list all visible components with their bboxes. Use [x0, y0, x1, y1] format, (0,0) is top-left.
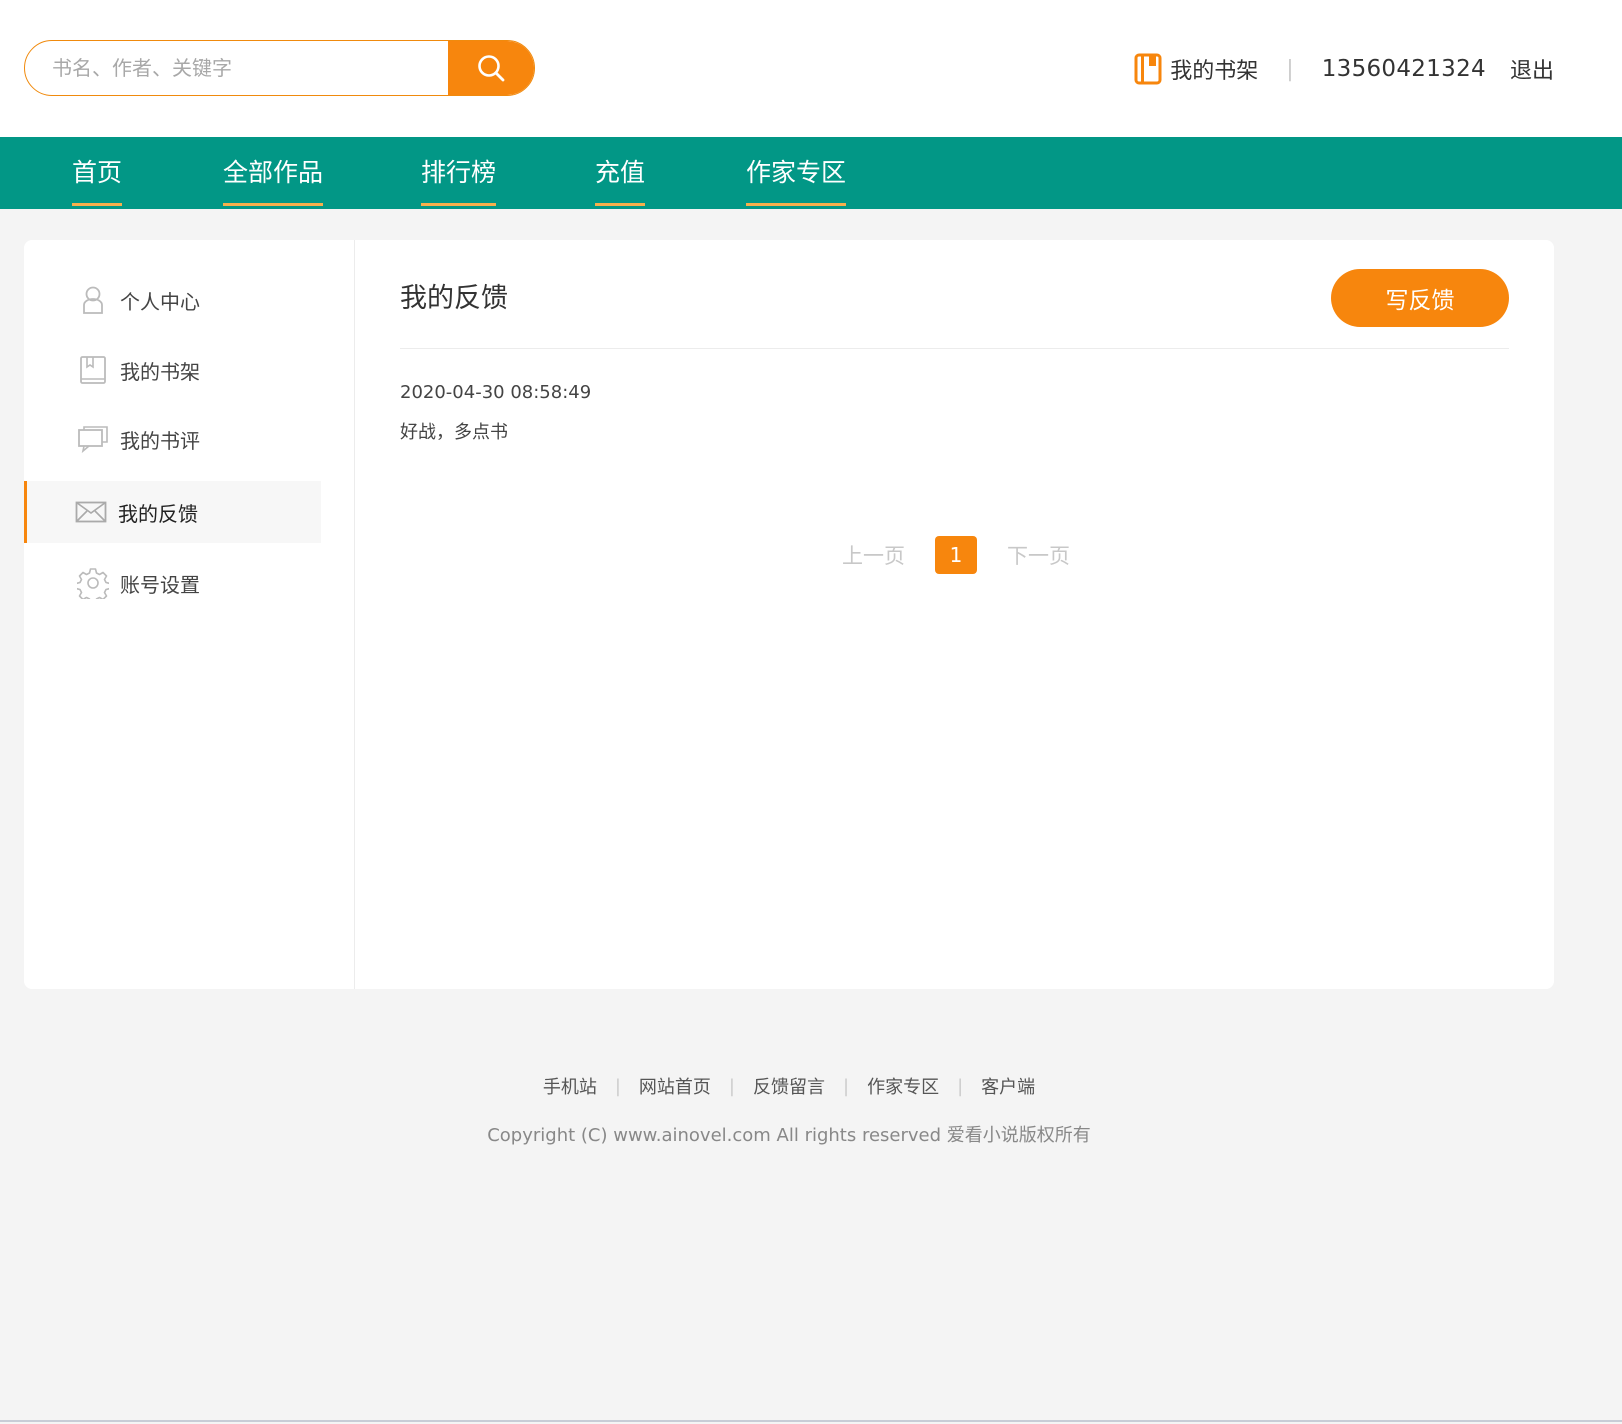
footer-link-mobile[interactable]: 手机站 — [543, 1073, 597, 1099]
user-icon — [76, 285, 110, 315]
nav-item-home[interactable]: 首页 — [72, 137, 123, 209]
page-title: 我的反馈 — [400, 283, 508, 314]
search-bar — [24, 40, 535, 96]
user-bar: 我的书架 | 13560421324 退出 — [1134, 50, 1554, 88]
footer-link-home[interactable]: 网站首页 — [639, 1073, 711, 1099]
search-input[interactable] — [25, 41, 448, 95]
page-number-current[interactable]: 1 — [935, 536, 977, 574]
mail-icon — [74, 501, 108, 523]
footer-separator: | — [957, 1075, 964, 1097]
search-button[interactable] — [448, 41, 534, 95]
bookshelf-icon — [1134, 53, 1162, 85]
pagination: 上一页 1 下一页 — [842, 535, 1070, 575]
sidebar-item-label: 我的反馈 — [118, 501, 198, 526]
comment-icon — [76, 425, 110, 453]
nav-underline — [223, 203, 324, 206]
sidebar-item-label: 个人中心 — [120, 289, 200, 314]
nav-item-all-works[interactable]: 全部作品 — [223, 137, 324, 209]
footer-separator: | — [728, 1075, 735, 1097]
gear-icon — [76, 567, 110, 599]
header-separator: | — [1286, 56, 1294, 82]
divider — [400, 348, 1509, 349]
sidebar-item-label: 我的书评 — [120, 428, 200, 453]
nav-underline — [72, 203, 123, 206]
search-icon — [478, 55, 505, 82]
my-bookshelf-link[interactable]: 我的书架 — [1134, 53, 1258, 85]
nav-item-label: 充值 — [595, 158, 646, 187]
sidebar-item-label: 我的书架 — [120, 359, 200, 384]
my-bookshelf-label: 我的书架 — [1170, 59, 1259, 84]
copyright-text: Copyright (C) www.ainovel.com All rights… — [487, 1125, 1091, 1146]
nav-underline — [746, 203, 847, 206]
sidebar-item-account-settings[interactable]: 账号设置 — [24, 552, 321, 614]
feedback-content: 我的反馈 写反馈 2020-04-30 08:58:49 好战，多点书 上一页 … — [400, 240, 1509, 989]
nav-item-label: 首页 — [72, 158, 123, 187]
prev-page-button[interactable]: 上一页 — [842, 540, 905, 570]
logout-link[interactable]: 退出 — [1510, 53, 1554, 85]
footer-link-feedback[interactable]: 反馈留言 — [753, 1073, 825, 1099]
nav-item-label: 作家专区 — [746, 158, 847, 187]
sidebar-item-profile[interactable]: 个人中心 — [24, 269, 321, 331]
nav-underline — [595, 203, 646, 206]
footer-link-client[interactable]: 客户端 — [981, 1073, 1035, 1099]
nav-item-label: 全部作品 — [223, 158, 324, 187]
sidebar-item-bookshelf[interactable]: 我的书架 — [24, 339, 321, 401]
next-page-button[interactable]: 下一页 — [1007, 540, 1070, 570]
header: 我的书架 | 13560421324 退出 — [0, 0, 1622, 137]
user-phone[interactable]: 13560421324 — [1322, 56, 1486, 82]
footer-separator: | — [843, 1075, 850, 1097]
feedback-text: 好战，多点书 — [400, 422, 508, 443]
write-feedback-button[interactable]: 写反馈 — [1331, 269, 1509, 327]
footer-link-author-zone[interactable]: 作家专区 — [867, 1073, 939, 1099]
nav-item-author-zone[interactable]: 作家专区 — [746, 137, 847, 209]
footer-links: 手机站 | 网站首页 | 反馈留言 | 作家专区 | 客户端 — [0, 1073, 1578, 1099]
footer-separator: | — [614, 1075, 621, 1097]
nav-item-label: 排行榜 — [421, 158, 497, 187]
main-nav: 首页 全部作品 排行榜 充值 作家专区 — [0, 137, 1622, 209]
sidebar-item-feedback[interactable]: 我的反馈 — [24, 481, 321, 543]
feedback-time: 2020-04-30 08:58:49 — [400, 382, 592, 403]
window-bottom-border — [0, 1420, 1622, 1422]
sidebar-item-reviews[interactable]: 我的书评 — [24, 408, 321, 470]
nav-underline — [421, 203, 497, 206]
main-panel: 个人中心 我的书架 我的书评 我的反馈 账号设置 我的反馈 写反馈 2020-0… — [24, 240, 1554, 989]
nav-item-ranking[interactable]: 排行榜 — [421, 137, 497, 209]
nav-item-recharge[interactable]: 充值 — [595, 137, 646, 209]
sidebar-item-label: 账号设置 — [120, 572, 200, 597]
book-icon — [76, 355, 110, 385]
sidebar: 个人中心 我的书架 我的书评 我的反馈 账号设置 — [24, 240, 355, 989]
